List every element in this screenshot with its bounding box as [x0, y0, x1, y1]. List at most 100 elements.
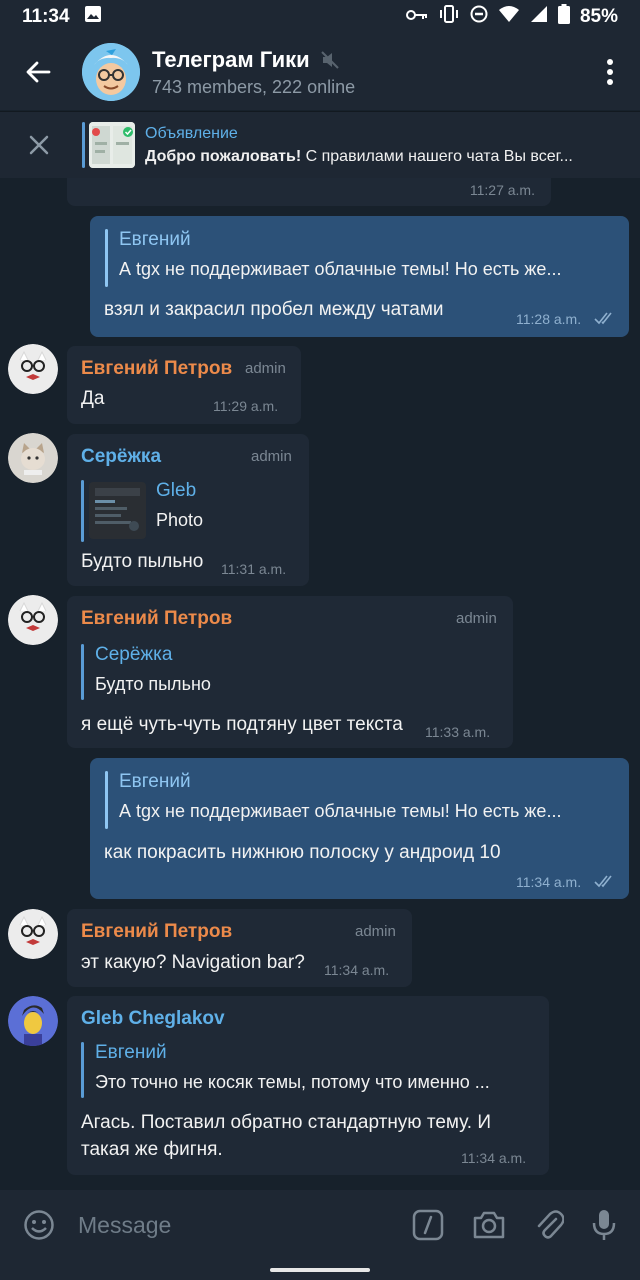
- reply-text: А tgx не поддерживает облачные темы! Но …: [119, 259, 562, 279]
- message-author[interactable]: Евгений Петров: [81, 921, 232, 943]
- double-check-icon: [594, 875, 612, 888]
- message-bubble[interactable]: Gleb Cheglakov Евгений Это точно не кося…: [67, 996, 549, 1175]
- back-button[interactable]: [0, 34, 76, 110]
- reply-text: Photo: [156, 510, 204, 530]
- message-time: 11:34 a.m.: [461, 1150, 527, 1166]
- message-text: Будто пыльно: [81, 551, 204, 572]
- message-bubble[interactable]: Евгений Петров admin эт какую? Navigatio…: [67, 909, 412, 987]
- message-author[interactable]: Евгений Петров: [81, 608, 232, 630]
- pinned-bold: Добро пожаловать!: [145, 147, 302, 165]
- reply-author: Евгений: [119, 229, 191, 250]
- reply-bar: [105, 229, 108, 287]
- user-avatar[interactable]: [8, 909, 58, 959]
- pinned-accent-bar: [82, 122, 85, 168]
- user-avatar[interactable]: [8, 433, 58, 483]
- message-bubble[interactable]: Серёжка admin Gleb Photo Будто пыльно 11…: [67, 434, 309, 586]
- reply-preview[interactable]: Серёжка Будто пыльно: [81, 644, 491, 700]
- message-text: я ещё чуть-чуть подтяну цвет текста: [81, 714, 403, 735]
- microphone-icon[interactable]: [592, 1208, 616, 1242]
- reply-bar: [81, 1042, 84, 1098]
- user-avatar[interactable]: [8, 996, 58, 1046]
- message-composer: Message: [0, 1190, 640, 1260]
- admin-badge: admin: [251, 448, 292, 465]
- message-time: 11:34 a.m.: [516, 874, 582, 890]
- emoji-button[interactable]: [0, 1209, 78, 1241]
- chat-avatar[interactable]: [82, 43, 140, 101]
- message-time: 11:34 a.m.: [324, 962, 390, 978]
- reply-author: Gleb: [156, 480, 197, 501]
- message-bubble[interactable]: Евгений Петров admin Серёжка Будто пыльн…: [67, 596, 513, 748]
- reply-text: Будто пыльно: [95, 674, 211, 694]
- message-author[interactable]: Евгений Петров: [81, 358, 232, 380]
- wifi-icon: [498, 5, 520, 29]
- message-time: 11:31 a.m.: [221, 561, 287, 577]
- vibrate-icon: [438, 5, 460, 29]
- status-time: 11:34: [22, 6, 70, 27]
- admin-badge: admin: [456, 610, 497, 627]
- close-icon: [29, 135, 49, 155]
- message-text: как покрасить нижнюю полоску у андроид 1…: [104, 842, 501, 863]
- admin-badge: admin: [245, 360, 286, 377]
- reply-author: Серёжка: [95, 644, 173, 665]
- camera-icon[interactable]: [472, 1210, 506, 1240]
- message-text: взял и закрасил пробел между чатами: [104, 299, 444, 320]
- user-avatar[interactable]: [8, 344, 58, 394]
- user-avatar[interactable]: [8, 595, 58, 645]
- reply-preview[interactable]: Евгений А tgx не поддерживает облачные т…: [105, 229, 610, 287]
- reply-author: Евгений: [119, 771, 191, 792]
- message-author[interactable]: Серёжка: [81, 446, 161, 468]
- reply-photo-thumbnail: [89, 482, 146, 539]
- gallery-icon: [84, 5, 102, 29]
- double-check-icon: [594, 312, 612, 325]
- home-gesture-pill[interactable]: [270, 1268, 370, 1272]
- chat-subtitle: 743 members, 222 online: [152, 76, 356, 97]
- muted-icon: [321, 50, 339, 69]
- reply-author: Евгений: [95, 1042, 167, 1063]
- battery-icon: [557, 4, 570, 30]
- message-time: 11:28 a.m.: [516, 311, 582, 327]
- status-bar: 11:34 85%: [0, 0, 640, 34]
- message-bubble-outgoing[interactable]: Евгений А tgx не поддерживает облачные т…: [90, 216, 629, 337]
- message-time: 11:27 a.m.: [469, 182, 535, 198]
- message-text: эт какую? Navigation bar?: [81, 952, 305, 973]
- chat-header: Телеграм Гики 743 members, 222 online: [0, 34, 640, 110]
- command-slash-icon[interactable]: [412, 1209, 444, 1241]
- message-text-line-1: Агась. Поставил обратно стандартную тему…: [81, 1112, 491, 1133]
- admin-badge: admin: [355, 923, 396, 940]
- pinned-title: Объявление: [145, 124, 238, 142]
- message-author[interactable]: Gleb Cheglakov: [81, 1008, 225, 1030]
- dnd-icon: [470, 5, 488, 29]
- attach-icon[interactable]: [534, 1209, 564, 1241]
- navigation-bar: [0, 1260, 640, 1280]
- reply-bar: [105, 771, 108, 829]
- arrow-back-icon: [26, 61, 51, 83]
- message-list[interactable]: 11:27 a.m. Евгений А tgx не поддерживает…: [0, 178, 640, 1190]
- pinned-preview: Добро пожаловать! С правилами нашего чат…: [145, 148, 615, 166]
- reply-bar: [81, 644, 84, 700]
- vpn-key-icon: [405, 6, 428, 28]
- pinned-text: С правилами нашего чата Вы всег...: [301, 147, 573, 165]
- signal-icon: [530, 5, 548, 29]
- emoji-icon: [24, 1210, 54, 1240]
- chat-title[interactable]: Телеграм Гики: [152, 47, 310, 73]
- message-input[interactable]: Message: [78, 1212, 412, 1239]
- reply-preview[interactable]: Евгений А tgx не поддерживает облачные т…: [105, 771, 610, 829]
- reply-text: А tgx не поддерживает облачные темы! Но …: [119, 801, 562, 821]
- reply-preview[interactable]: Gleb Photo: [81, 480, 291, 542]
- message-bubble-outgoing[interactable]: Евгений А tgx не поддерживает облачные т…: [90, 758, 629, 899]
- message-time: 11:33 a.m.: [425, 724, 491, 740]
- message-time: 11:29 a.m.: [213, 398, 279, 414]
- reply-text: Это точно не косяк темы, потому что имен…: [95, 1072, 490, 1092]
- more-vert-icon: [607, 59, 613, 85]
- message-text: Да: [81, 388, 105, 409]
- pinned-thumbnail: [89, 122, 135, 168]
- more-menu-button[interactable]: [580, 34, 640, 110]
- message-bubble[interactable]: Евгений Петров admin Да 11:29 a.m.: [67, 346, 301, 424]
- message-text-line-2: такая же фигня.: [81, 1139, 223, 1160]
- pinned-message[interactable]: Объявление Добро пожаловать! С правилами…: [0, 111, 640, 178]
- reply-preview[interactable]: Евгений Это точно не косяк темы, потому …: [81, 1042, 531, 1098]
- battery-level: 85%: [579, 6, 618, 27]
- message-bubble[interactable]: 11:27 a.m.: [67, 178, 551, 206]
- reply-bar: [81, 480, 84, 542]
- close-pinned-button[interactable]: [0, 134, 78, 156]
